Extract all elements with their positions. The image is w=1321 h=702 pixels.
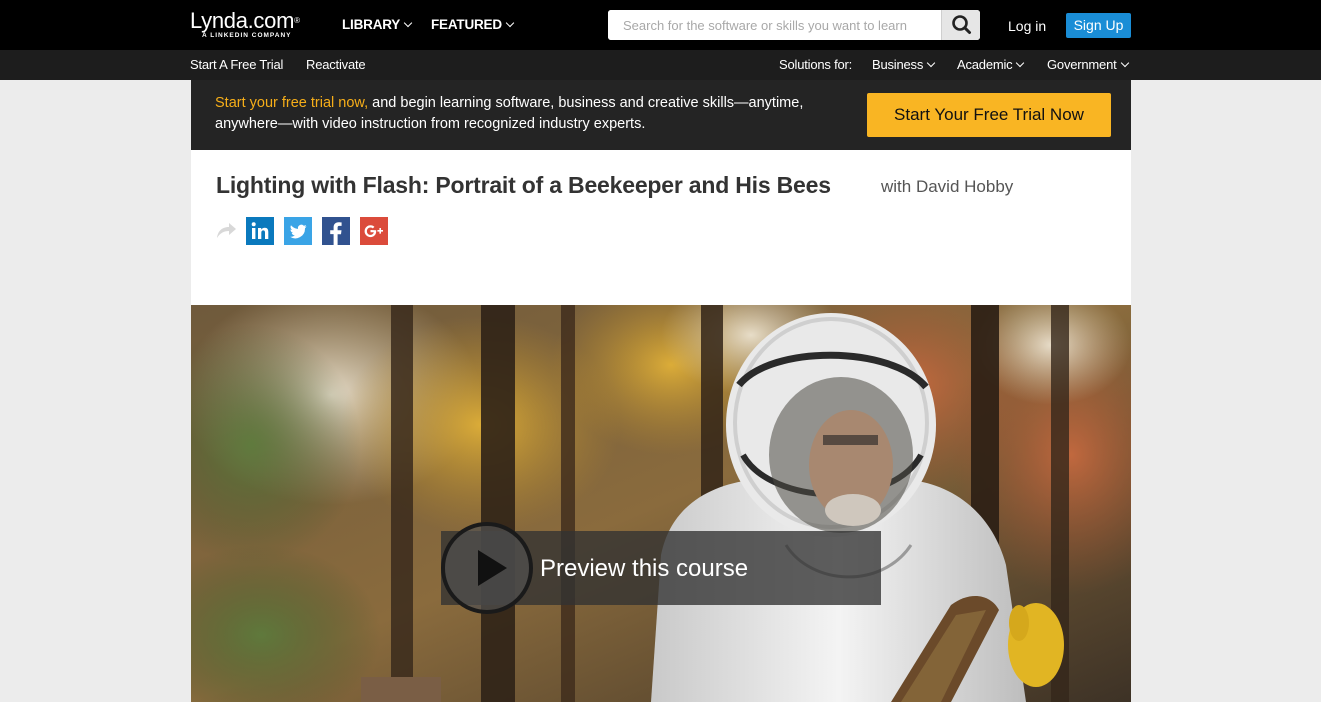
beekeeper-photo [191,305,1131,702]
logo-subtext: A LINKEDIN COMPANY [202,32,292,39]
course-title: Lighting with Flash: Portrait of a Beeke… [216,172,831,198]
twitter-icon [284,217,312,245]
course-header-card: Lighting with Flash: Portrait of a Beeke… [191,150,1131,305]
chevron-down-icon [926,58,936,68]
search-button[interactable] [941,10,980,40]
top-navigation-bar: Lynda.com® A LINKEDIN COMPANY LIBRARY FE… [0,0,1321,50]
promo-text: Start your free trial now, and begin lea… [215,93,845,135]
chevron-down-icon [1016,58,1025,68]
twitter-share-button[interactable] [284,217,312,245]
play-icon [478,550,507,586]
chevron-down-icon [403,18,413,28]
lynda-logo[interactable]: Lynda.com® A LINKEDIN COMPANY [190,8,300,40]
login-link[interactable]: Log in [1008,18,1046,34]
signup-button[interactable]: Sign Up [1066,13,1131,38]
nav-library-menu[interactable]: LIBRARY [342,17,413,32]
academic-label: Academic [957,57,1013,72]
registered-mark: ® [294,16,300,25]
share-icon [217,223,236,238]
facebook-share-button[interactable] [322,217,350,245]
business-label: Business [872,57,924,72]
google-plus-icon [360,217,388,245]
solutions-for-label: Solutions for: [779,57,853,72]
government-label: Government [1047,57,1117,72]
logo-text: Lynda.com [190,8,295,33]
chevron-down-icon [505,18,515,28]
search-box [608,10,980,40]
promo-trial-link[interactable]: Start your free trial now, [215,95,368,111]
nav-featured-menu[interactable]: FEATURED [431,17,515,32]
start-free-trial-link[interactable]: Start A Free Trial [190,57,283,72]
course-author: with David Hobby [881,177,1014,196]
preview-course-label[interactable]: Preview this course [540,555,748,583]
solutions-business-menu[interactable]: Business [872,57,936,72]
secondary-navigation-bar: Start A Free Trial Reactivate Solutions … [0,50,1321,80]
start-free-trial-button[interactable]: Start Your Free Trial Now [867,93,1111,137]
play-button[interactable] [441,522,533,614]
solutions-academic-menu[interactable]: Academic [957,57,1025,72]
solutions-government-menu[interactable]: Government [1047,57,1129,72]
reactivate-link[interactable]: Reactivate [306,57,366,72]
facebook-icon [322,217,350,245]
google-plus-share-button[interactable] [360,217,388,245]
chevron-down-icon [1120,58,1129,68]
nav-featured-label: FEATURED [431,17,502,32]
course-preview-video[interactable]: Preview this course [191,305,1131,702]
linkedin-icon [246,217,274,245]
search-icon [952,15,971,34]
linkedin-share-button[interactable] [246,217,274,245]
search-input[interactable] [608,10,941,40]
free-trial-promo-banner: Start your free trial now, and begin lea… [191,80,1131,150]
nav-library-label: LIBRARY [342,17,401,32]
